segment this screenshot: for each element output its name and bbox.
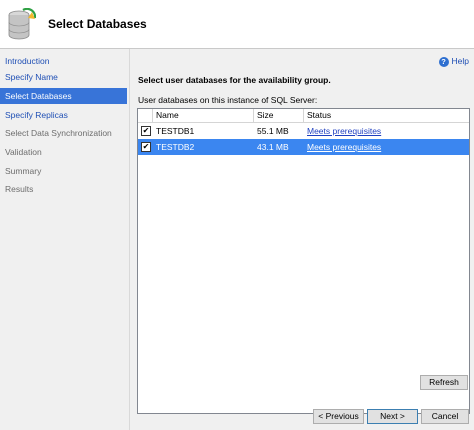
previous-button[interactable]: < Previous	[313, 409, 364, 424]
row-checkbox[interactable]: ✔	[141, 142, 151, 152]
help-label: Help	[451, 56, 469, 66]
sidebar-item-results: Results	[5, 184, 34, 194]
wizard-sidebar: Introduction Specify Name Select Databas…	[0, 49, 130, 430]
checkbox-column-header[interactable]	[138, 109, 153, 122]
database-icon	[8, 8, 36, 40]
sidebar-item-select-data-synchronization: Select Data Synchronization	[5, 128, 112, 138]
db-name: TESTDB1	[156, 126, 195, 136]
grid-header: Name Size Status	[138, 109, 469, 123]
table-row[interactable]: ✔ TESTDB1 55.1 MB Meets prerequisites	[138, 123, 469, 139]
database-grid[interactable]: Name Size Status ✔ TESTDB1 55.1 MB Meets…	[137, 108, 470, 414]
sidebar-item-introduction[interactable]: Introduction	[0, 53, 127, 69]
table-row[interactable]: ✔ TESTDB2 43.1 MB Meets prerequisites	[138, 139, 469, 155]
column-header-name[interactable]: Name	[153, 109, 254, 122]
column-header-size[interactable]: Size	[254, 109, 304, 122]
main-panel: ? Help Select user databases for the avai…	[130, 49, 474, 430]
next-button[interactable]: Next >	[367, 409, 418, 424]
cancel-button[interactable]: Cancel	[421, 409, 469, 424]
db-name: TESTDB2	[156, 142, 195, 152]
db-size: 55.1 MB	[257, 126, 289, 136]
row-checkbox[interactable]: ✔	[141, 126, 151, 136]
help-link[interactable]: ? Help	[438, 54, 469, 68]
help-icon: ?	[438, 56, 449, 67]
sidebar-item-specify-replicas[interactable]: Specify Replicas	[0, 107, 127, 123]
sidebar-item-specify-name[interactable]: Specify Name	[0, 69, 127, 85]
instruction-text: Select user databases for the availabili…	[138, 75, 331, 85]
sidebar-item-select-databases[interactable]: Select Databases	[0, 88, 127, 104]
status-link[interactable]: Meets prerequisites	[307, 139, 381, 155]
grid-label: User databases on this instance of SQL S…	[138, 95, 318, 105]
page-title: Select Databases	[48, 17, 147, 31]
sidebar-item-summary: Summary	[5, 166, 42, 176]
wizard-header: Select Databases	[0, 0, 474, 49]
refresh-button[interactable]: Refresh	[420, 375, 468, 390]
column-header-status[interactable]: Status	[304, 109, 469, 122]
sidebar-item-validation: Validation	[5, 147, 42, 157]
db-size: 43.1 MB	[257, 142, 289, 152]
status-link[interactable]: Meets prerequisites	[307, 123, 381, 139]
